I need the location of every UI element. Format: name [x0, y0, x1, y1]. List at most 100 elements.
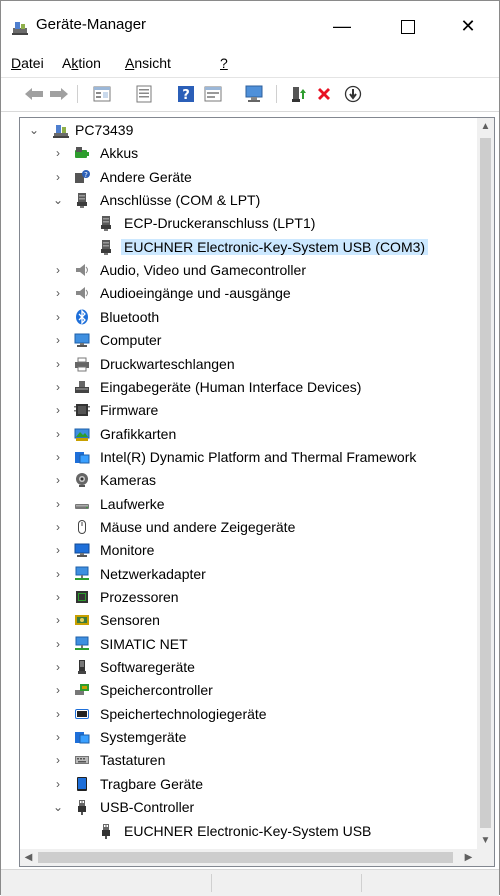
tree-category-item[interactable]: › Kameras	[20, 469, 478, 491]
expand-chevron-icon[interactable]: ›	[53, 145, 63, 161]
tree-device-item[interactable]: ECP-Druckeranschluss (LPT1)	[20, 212, 478, 234]
expand-chevron-icon[interactable]: ›	[53, 285, 63, 301]
tree-category-item[interactable]: › Audio, Video und Gamecontroller	[20, 259, 478, 281]
toolbar-separator	[77, 85, 78, 103]
tree-category-item[interactable]: › Intel(R) Dynamic Platform and Thermal F…	[20, 446, 478, 468]
tree-category-item[interactable]: ›? Andere Geräte	[20, 166, 478, 188]
tree-category-item[interactable]: › Laufwerke	[20, 493, 478, 515]
device-tree[interactable]: ⌄ PC73439 › Akkus ›? Andere Geräte ⌄ Anschlüsse…	[19, 117, 495, 867]
tree-category-item[interactable]: › Grafikkarten	[20, 423, 478, 445]
tree-category-item[interactable]: › Akkus	[20, 142, 478, 164]
tree-category-item[interactable]: › Softwaregeräte	[20, 656, 478, 678]
expand-chevron-icon[interactable]: ›	[53, 542, 63, 558]
tree-category-item[interactable]: › Speichertechnologiegeräte	[20, 703, 478, 725]
expand-chevron-icon[interactable]: ›	[53, 566, 63, 582]
expand-chevron-icon[interactable]: ›	[53, 402, 63, 418]
expand-chevron-icon[interactable]: ›	[53, 379, 63, 395]
tree-category-item[interactable]: ⌄ USB-Controller	[20, 796, 478, 818]
collapse-chevron-icon[interactable]: ⌄	[53, 192, 63, 208]
properties-view-button[interactable]	[91, 83, 113, 105]
vertical-scrollbar[interactable]: ▲ ▼	[477, 118, 494, 849]
close-button[interactable]: ✕	[445, 1, 491, 51]
tree-category-item[interactable]: › Monitore	[20, 539, 478, 561]
expand-chevron-icon[interactable]: ›	[53, 752, 63, 768]
forward-button[interactable]	[48, 83, 70, 105]
device-properties-button[interactable]	[133, 83, 155, 105]
tree-root-pc[interactable]: ⌄ PC73439	[20, 119, 478, 141]
vertical-scroll-thumb[interactable]	[480, 138, 491, 828]
tree-category-item[interactable]: › Firmware	[20, 399, 478, 421]
expand-chevron-icon[interactable]: ›	[53, 169, 63, 185]
collapse-chevron-icon[interactable]: ⌄	[29, 122, 39, 138]
bluetooth-icon	[76, 309, 88, 325]
back-button[interactable]	[23, 83, 45, 105]
minimize-button[interactable]: —	[319, 1, 365, 51]
tree-item-label: Mäuse und andere Zeigegeräte	[100, 519, 296, 535]
expand-chevron-icon[interactable]: ›	[53, 636, 63, 652]
tree-category-item[interactable]: › Tragbare Geräte	[20, 773, 478, 795]
menu-ansicht[interactable]: Ansicht	[125, 55, 171, 71]
uninstall-button[interactable]	[313, 83, 335, 105]
tree-category-item[interactable]: › Speichercontroller	[20, 679, 478, 701]
disable-device-icon	[344, 85, 362, 103]
scroll-left-icon[interactable]: ◀	[20, 849, 37, 866]
expand-chevron-icon[interactable]: ›	[53, 449, 63, 465]
expand-chevron-icon[interactable]: ›	[53, 682, 63, 698]
scroll-up-icon[interactable]: ▲	[477, 118, 494, 135]
expand-chevron-icon[interactable]: ›	[53, 262, 63, 278]
update-driver-button[interactable]	[288, 83, 310, 105]
expand-chevron-icon[interactable]: ›	[53, 659, 63, 675]
expand-chevron-icon[interactable]: ›	[53, 496, 63, 512]
tree-category-item[interactable]: › Computer	[20, 329, 478, 351]
maximize-button[interactable]	[385, 1, 431, 51]
tree-category-item[interactable]: › Prozessoren	[20, 586, 478, 608]
scroll-right-icon[interactable]: ▶	[460, 849, 477, 866]
expand-chevron-icon[interactable]: ›	[53, 426, 63, 442]
tree-device-item[interactable]: EUCHNER Electronic-Key-System USB (COM3)	[20, 236, 478, 258]
tree-category-item[interactable]: › Netzwerkadapter	[20, 563, 478, 585]
svg-text:?: ?	[84, 171, 88, 179]
tree-category-item[interactable]: ⌄ Anschlüsse (COM & LPT)	[20, 189, 478, 211]
tree-category-item[interactable]: › Druckwarteschlangen	[20, 353, 478, 375]
expand-chevron-icon[interactable]: ›	[53, 309, 63, 325]
disable-device-button[interactable]	[342, 83, 364, 105]
expand-chevron-icon[interactable]: ›	[53, 472, 63, 488]
tree-item-label: Audioeingänge und -ausgänge	[100, 285, 291, 301]
expand-chevron-icon[interactable]: ›	[53, 332, 63, 348]
expand-chevron-icon[interactable]: ›	[53, 706, 63, 722]
show-hidden-button[interactable]	[202, 83, 224, 105]
menu-divider	[1, 77, 499, 78]
tree-category-item[interactable]: › Tastaturen	[20, 749, 478, 771]
horizontal-scrollbar[interactable]: ◀ ▶	[20, 849, 477, 866]
menu-datei[interactable]: Datei	[11, 55, 44, 71]
expand-chevron-icon[interactable]: ›	[53, 729, 63, 745]
help-button[interactable]: ?	[175, 83, 197, 105]
scroll-down-icon[interactable]: ▼	[477, 832, 494, 849]
tree-category-item[interactable]: › Eingabegeräte (Human Interface Devices)	[20, 376, 478, 398]
device-properties-icon	[136, 85, 152, 103]
horizontal-scroll-thumb[interactable]	[38, 852, 453, 863]
tree-item-label: PC73439	[75, 122, 134, 138]
menu-help[interactable]: ?	[220, 55, 228, 71]
tree-category-item[interactable]: › SIMATIC NET	[20, 633, 478, 655]
properties-view-icon	[93, 86, 111, 102]
tree-category-item[interactable]: › Bluetooth	[20, 306, 478, 328]
scan-hardware-button[interactable]	[243, 83, 265, 105]
tree-category-item[interactable]: › Audioeingänge und -ausgänge	[20, 282, 478, 304]
expand-chevron-icon[interactable]: ›	[53, 356, 63, 372]
tree-category-item[interactable]: › Sensoren	[20, 609, 478, 631]
menu-aktion[interactable]: Aktion	[62, 55, 101, 71]
network-adapter-icon	[75, 566, 89, 580]
tree-item-label: Audio, Video und Gamecontroller	[100, 262, 306, 278]
tree-category-item[interactable]: › Mäuse und andere Zeigegeräte	[20, 516, 478, 538]
tree-category-item[interactable]: › Systemgeräte	[20, 726, 478, 748]
collapse-chevron-icon[interactable]: ⌄	[53, 799, 63, 815]
system-device-icon	[75, 732, 90, 744]
expand-chevron-icon[interactable]: ›	[53, 612, 63, 628]
expand-chevron-icon[interactable]: ›	[53, 519, 63, 535]
update-driver-icon	[292, 87, 306, 102]
expand-chevron-icon[interactable]: ›	[53, 589, 63, 605]
expand-chevron-icon[interactable]: ›	[53, 776, 63, 792]
title-bar[interactable]: Geräte-Manager — ✕	[1, 1, 499, 51]
tree-device-item[interactable]: EUCHNER Electronic-Key-System USB	[20, 820, 478, 842]
